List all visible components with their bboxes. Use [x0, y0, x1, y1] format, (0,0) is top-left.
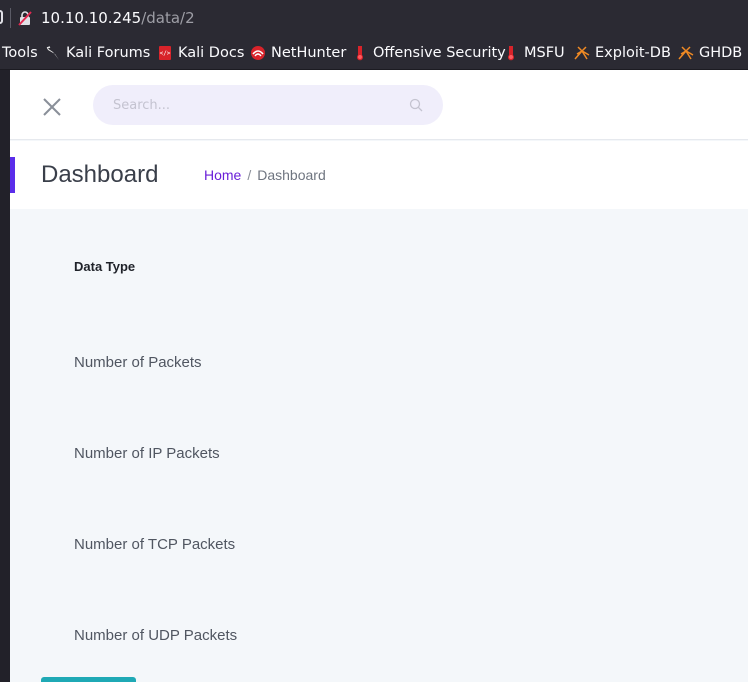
breadcrumb-home-link[interactable]: Home — [204, 167, 241, 183]
nethunter-icon — [251, 46, 265, 60]
page-header-accent — [10, 157, 15, 193]
exploitdb-icon — [574, 46, 590, 60]
table-header-data-type: Data Type — [74, 259, 136, 274]
bookmark-msfu[interactable]: MSFU — [503, 45, 565, 61]
search-icon[interactable] — [409, 98, 423, 112]
web-app: Dashboard Home / Dashboard Data Type Numbe… — [10, 70, 748, 682]
bookmarks-toolbar: Tools Kali Forums </> Kali Docs NetHunte… — [0, 36, 748, 70]
tab-edge — [0, 10, 3, 24]
bookmark-label: Offensive Security — [373, 45, 506, 61]
page-title: Dashboard — [41, 161, 159, 188]
bookmark-label: MSFU — [524, 45, 565, 61]
bookmark-label: Kali Forums — [66, 45, 151, 61]
bookmark-label: Exploit-DB — [595, 45, 671, 61]
search-box — [93, 85, 443, 125]
close-menu-icon[interactable] — [42, 97, 62, 117]
bookmark-kali-docs[interactable]: </> Kali Docs — [157, 45, 244, 61]
offsec-icon — [357, 46, 363, 61]
bookmark-label: Kali Docs — [178, 45, 245, 61]
svg-text:</>: </> — [160, 50, 171, 57]
bookmark-tools[interactable]: Tools — [2, 45, 38, 61]
msfu-icon — [508, 46, 514, 61]
search-input[interactable] — [113, 85, 393, 125]
browser-url-bar[interactable]: 10.10.10.245/data/2 — [0, 0, 748, 36]
browser-sidebar-strip — [0, 70, 10, 682]
bookmark-label: Tools — [2, 45, 38, 61]
url-text[interactable]: 10.10.10.245/data/2 — [41, 9, 195, 27]
kali-dragon-icon — [46, 46, 59, 60]
insecure-lock-icon[interactable] — [18, 10, 32, 26]
bookmark-nethunter[interactable]: NetHunter — [250, 45, 346, 61]
breadcrumb-separator: / — [247, 167, 252, 183]
table-row: Number of UDP Packets — [74, 627, 238, 644]
breadcrumb: Home / Dashboard — [204, 167, 326, 183]
bookmark-kali-forums[interactable]: Kali Forums — [45, 45, 150, 61]
url-bar-divider — [10, 8, 11, 28]
table-row: Number of IP Packets — [74, 445, 220, 462]
ghdb-icon — [678, 46, 694, 60]
download-button[interactable] — [41, 677, 136, 682]
kali-docs-icon: </> — [159, 46, 171, 60]
app-topbar — [10, 70, 748, 140]
table-row: Number of Packets — [74, 354, 202, 371]
bookmark-ghdb[interactable]: GHDB — [678, 45, 742, 61]
breadcrumb-current: Dashboard — [257, 167, 326, 183]
table-row: Number of TCP Packets — [74, 536, 236, 553]
data-table: Data Type Number of Packets Number of IP… — [10, 209, 748, 682]
bookmark-label: NetHunter — [271, 45, 347, 61]
page-header: Dashboard Home / Dashboard — [10, 141, 748, 209]
bookmark-label: GHDB — [699, 45, 743, 61]
url-host: 10.10.10.245 — [41, 9, 142, 27]
bookmark-exploit-db[interactable]: Exploit-DB — [574, 45, 671, 61]
url-path: /data/2 — [141, 9, 195, 27]
bookmark-offensive-security[interactable]: Offensive Security — [352, 45, 506, 61]
